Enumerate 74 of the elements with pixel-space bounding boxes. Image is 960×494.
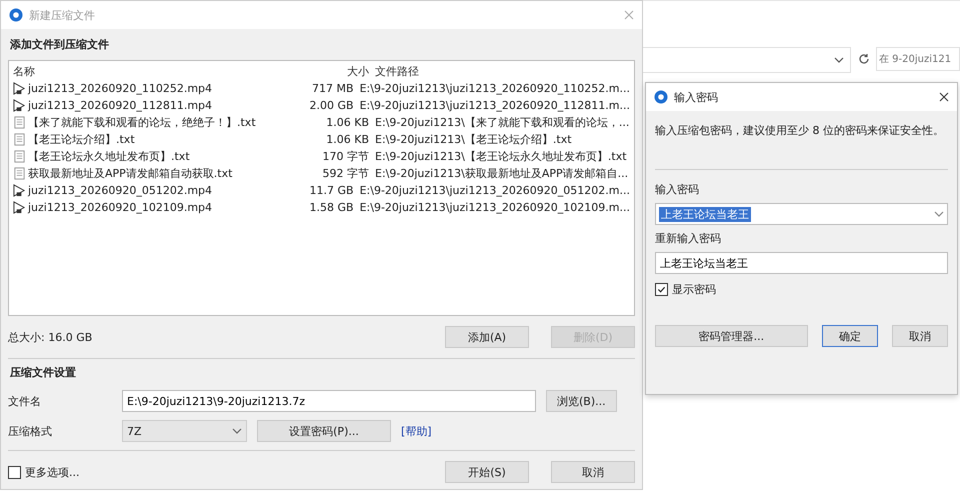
file-path: E:\9-20juzi1213\juzi1213_20260920_112811.m... [360, 99, 630, 112]
file-size: 11.7 GB [308, 184, 355, 197]
file-size: 1.06 KB [325, 116, 370, 129]
search-field[interactable]: 在 9-20juzi121 [876, 47, 960, 71]
text-file-icon [13, 133, 26, 146]
format-dropdown[interactable]: 7Z [122, 420, 247, 442]
chevron-down-icon [934, 211, 944, 217]
confirm-password-field[interactable]: 上老王论坛当老王 [655, 252, 948, 274]
file-size: 2.00 GB [308, 99, 355, 112]
file-name[interactable]: juzi1213_20260920_051202.mp4 [13, 184, 300, 197]
filename-field[interactable]: E:\9-20juzi1213\9-20juzi1213.7z [122, 390, 536, 412]
field-label: 压缩格式 [8, 424, 53, 438]
cancel-button[interactable]: 取消 [551, 461, 635, 483]
cancel-button[interactable]: 取消 [892, 325, 948, 347]
checkbox[interactable] [8, 466, 21, 478]
video-file-icon [13, 99, 26, 112]
file-path: E:\9-20juzi1213\【老王论坛介绍】.txt [375, 132, 573, 147]
field-label: 重新输入密码 [655, 231, 722, 246]
file-path: E:\9-20juzi1213\juzi1213_20260920_110252.m... [360, 82, 630, 95]
file-path: E:\9-20juzi1213\获取最新地址及APP请发邮箱自... [375, 166, 630, 181]
video-file-icon [13, 82, 26, 95]
checkmark-icon [657, 285, 666, 294]
password-manager-button[interactable]: 密码管理器... [655, 325, 808, 347]
more-options-checkbox[interactable]: 更多选项... [8, 464, 80, 480]
file-size: 170 字节 [322, 149, 370, 164]
file-name[interactable]: juzi1213_20260920_112811.mp4 [13, 99, 300, 112]
browse-button[interactable]: 浏览(B)... [546, 390, 617, 412]
video-file-icon [13, 201, 26, 214]
file-name[interactable]: 获取最新地址及APP请发邮箱自动获取.txt [13, 166, 313, 181]
file-path: E:\9-20juzi1213\juzi1213_20260920_051202.m... [360, 184, 630, 197]
close-icon[interactable] [939, 92, 949, 102]
set-password-button[interactable]: 设置密码(P)... [257, 420, 391, 442]
text-file-icon [13, 167, 26, 180]
add-button[interactable]: 添加(A) [445, 326, 529, 348]
ok-button[interactable]: 确定 [822, 325, 878, 347]
chevron-down-icon [232, 428, 242, 434]
window-title: 新建压缩文件 [29, 8, 96, 22]
file-size: 592 字节 [322, 166, 370, 181]
checkbox[interactable] [655, 283, 668, 296]
help-link[interactable]: [帮助] [401, 424, 432, 438]
field-label: 输入密码 [655, 182, 700, 197]
file-name[interactable]: juzi1213_20260920_110252.mp4 [13, 82, 300, 95]
file-path: E:\9-20juzi1213\juzi1213_20260920_102109.m... [360, 201, 630, 214]
field-label: 文件名 [8, 394, 42, 408]
file-path: E:\9-20juzi1213\【来了就能下载和观看的论坛，... [375, 115, 630, 130]
column-header[interactable]: 大小 [313, 64, 375, 79]
section-heading: 压缩文件设置 [10, 365, 77, 380]
checkbox-label: 更多选项... [25, 464, 80, 480]
file-name[interactable]: 【来了就能下载和观看的论坛，绝绝子！】.txt [13, 115, 313, 130]
password-field[interactable]: 上老王论坛当老王 [655, 203, 948, 225]
file-name[interactable]: 【老王论坛永久地址发布页】.txt [13, 149, 313, 164]
file-path: E:\9-20juzi1213\【老王论坛永久地址发布页】.txt [375, 149, 628, 164]
file-size: 1.58 GB [308, 201, 355, 214]
dialog-title: 输入密码 [674, 90, 719, 104]
video-file-icon [13, 184, 26, 197]
chevron-down-icon[interactable] [834, 57, 844, 63]
app-logo-icon [9, 8, 23, 22]
text-file-icon [13, 150, 26, 163]
file-name[interactable]: juzi1213_20260920_102109.mp4 [13, 201, 300, 214]
text-file-icon [13, 116, 26, 129]
app-logo-icon [654, 90, 668, 104]
file-name[interactable]: 【老王论坛介绍】.txt [13, 132, 313, 147]
column-header[interactable]: 文件路径 [375, 64, 630, 79]
hint-text: 输入压缩包密码，建议使用至少 8 位的密码来保证安全性。 [655, 123, 945, 139]
file-size: 717 MB [311, 82, 355, 95]
column-header[interactable]: 名称 [13, 64, 313, 79]
refresh-icon[interactable] [858, 53, 870, 65]
section-heading: 添加文件到压缩文件 [10, 37, 110, 52]
total-size: 总大小: 16.0 GB [8, 330, 92, 344]
selected-text: 上老王论坛当老王 [659, 206, 751, 222]
start-button[interactable]: 开始(S) [445, 461, 529, 483]
show-password-checkbox[interactable]: 显示密码 [655, 282, 948, 297]
checkbox-label: 显示密码 [672, 282, 716, 297]
file-size: 1.06 KB [325, 133, 370, 146]
